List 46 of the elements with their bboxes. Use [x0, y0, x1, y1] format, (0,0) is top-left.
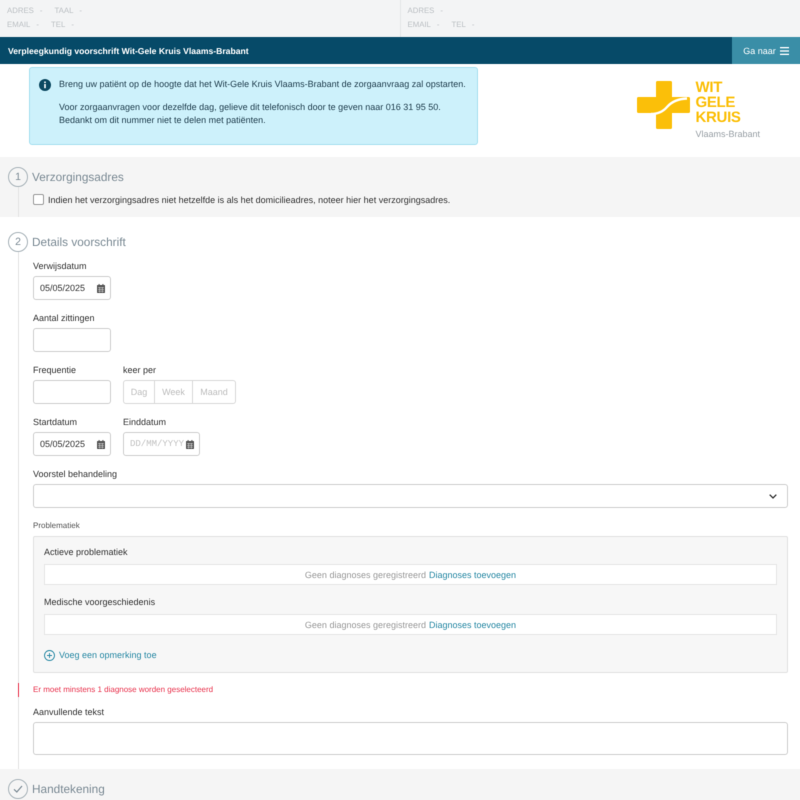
step-title: Handtekening — [32, 782, 105, 796]
field-label: keer per — [123, 365, 158, 376]
calendar-icon — [97, 284, 105, 292]
section-label: Problematiek — [33, 521, 81, 531]
empty-state-text: Geen diagnoses geregistreerd — [304, 570, 426, 580]
calendar-icon — [97, 440, 105, 448]
field-label: Frequentie — [33, 365, 78, 376]
step-title: Details voorschrift — [32, 235, 126, 249]
step-title: Verzorgingsadres — [32, 170, 124, 184]
step-number: 2 — [8, 232, 28, 252]
info-text: Bedankt om dit nummer niet te delen met patiënten. — [59, 114, 267, 127]
menu-icon — [780, 46, 789, 54]
field-label: Einddatum — [123, 417, 168, 428]
field-label: Aanvullende tekst — [33, 707, 106, 718]
plus-circle-icon — [44, 650, 55, 660]
cross-logo-icon — [637, 81, 690, 129]
check-circle-icon — [8, 779, 28, 799]
group-title: Medische voorgeschiedenis — [44, 597, 156, 608]
field-label: Startdatum — [33, 417, 78, 428]
add-comment-link[interactable]: Voeg een opmerking toe — [44, 649, 157, 661]
navigate-menu-button[interactable]: Ga naar — [732, 37, 800, 64]
add-diagnoses-link[interactable]: Diagnoses toevoegen — [429, 620, 516, 630]
page-title: Verpleegkundig voorschrift Wit-Gele Kruis Vlaams-Brabant — [8, 46, 249, 56]
info-icon — [39, 78, 51, 90]
calendar-icon — [186, 440, 194, 448]
text-field[interactable] — [33, 380, 111, 404]
field-label: Voorstel behandeling — [33, 469, 118, 480]
group-title: Actieve problematiek — [44, 547, 129, 558]
logo-wordmark: WIT GELE KRUIS — [695, 80, 742, 125]
field-label: Verwijsdatum — [33, 261, 88, 272]
text-field[interactable] — [33, 328, 111, 352]
info-text: Breng uw patiënt op de hoogte dat het Wit-Gele Kruis Vlaams-Brabant de zorgaanvraag zal opstarten. — [59, 78, 466, 91]
logo-region-text: Vlaams-Brabant — [695, 128, 760, 140]
step-number: 1 — [8, 167, 28, 187]
chevron-down-icon — [769, 494, 777, 498]
checkbox-label: Indien het verzorgingsadres niet hetzelfde is als het domicilieadres, noteer hier het verzorgingsadres. — [48, 194, 450, 204]
text-area[interactable] — [33, 722, 788, 755]
checkbox[interactable] — [33, 194, 44, 205]
date-field[interactable]: 05/05/2025 — [33, 432, 111, 456]
error-message: Er moet minstens 1 diagnose worden geselecteerd — [18, 683, 788, 697]
info-text: Voor zorgaanvragen voor dezelfde dag, gelieve dit telefonisch door te geven naar 016 31 95 50. — [59, 101, 442, 114]
select-field[interactable] — [33, 484, 788, 508]
empty-state-text: Geen diagnoses geregistreerd — [304, 620, 426, 630]
field-label: Aantal zittingen — [33, 313, 96, 324]
add-diagnoses-link[interactable]: Diagnoses toevoegen — [429, 570, 516, 580]
date-field[interactable]: 05/05/2025 — [33, 276, 111, 300]
